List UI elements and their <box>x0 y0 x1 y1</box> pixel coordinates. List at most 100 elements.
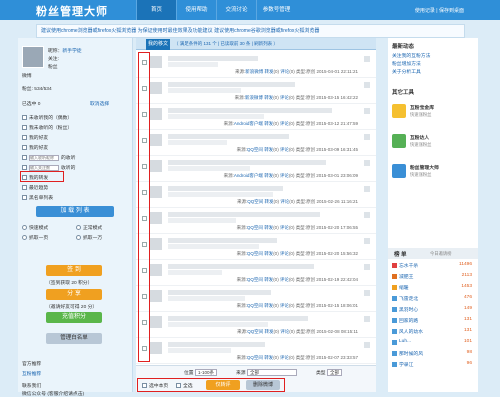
option-recent-trend[interactable]: 最近趋势 <box>22 184 48 191</box>
option-nickname-filter[interactable]: 的收听 <box>22 154 75 161</box>
radio[interactable] <box>22 235 27 240</box>
checkbox[interactable] <box>22 155 27 160</box>
row-comment-link[interactable]: 评论 <box>280 329 289 334</box>
nickname-filter-input[interactable] <box>29 154 59 161</box>
row-forward-link[interactable]: 转发 <box>264 251 273 256</box>
row-forward-link[interactable]: 转发 <box>264 147 273 152</box>
row-platform[interactable]: 新浪微博 <box>245 95 263 100</box>
rank-row[interactable]: 减肥王 2113 <box>390 273 476 282</box>
checkbox[interactable] <box>22 165 27 170</box>
rank-row[interactable]: 缩暖 1453 <box>390 284 476 293</box>
row-comment-link[interactable]: 评论 <box>280 121 289 126</box>
whitelist-button[interactable]: 管理白名单 <box>46 333 102 344</box>
radio-normal-mode[interactable]: 正常模式 <box>76 224 102 231</box>
app-logo[interactable]: 粉丝管理大师 <box>36 3 108 19</box>
row-forward-link[interactable]: 转发 <box>264 355 273 360</box>
count-filter-input[interactable] <box>29 164 59 171</box>
rank-row[interactable]: 飞雷走北 476 <box>390 295 476 304</box>
radio[interactable] <box>76 225 81 230</box>
nav-help[interactable]: 使用帮助 <box>176 0 216 20</box>
nav-account[interactable]: 参数号管理 <box>256 0 296 20</box>
row-comment-link[interactable]: 评论 <box>280 355 289 360</box>
row-platform[interactable]: QQ空间 <box>247 303 263 308</box>
tab-ranking[interactable]: 榜 单 <box>394 250 407 258</box>
news-item[interactable]: 关于分析工具 <box>392 68 421 75</box>
table-row[interactable]: 来源:QQ空间 转发(0) 评论(0) 类型:原创 2015-02-20 15:… <box>136 234 376 260</box>
position-select[interactable]: 1-100条 <box>194 369 217 376</box>
row-forward-link[interactable]: 转发 <box>264 95 273 100</box>
option-blacklist[interactable]: 黑名单列表 <box>22 194 53 201</box>
row-forward-link[interactable]: 转发 <box>264 303 273 308</box>
radio[interactable] <box>22 225 27 230</box>
top-links[interactable]: 使用记录 | 保存到桌面 <box>415 7 464 14</box>
grid-icon[interactable] <box>392 134 406 148</box>
news-item[interactable]: 关注我的互粉方法 <box>392 52 430 59</box>
recharge-button[interactable]: 充值积分 <box>46 312 102 323</box>
rank-row[interactable]: 忘水千杀 11496 <box>390 262 476 271</box>
row-comment-link[interactable]: 评论 <box>280 199 289 204</box>
table-row[interactable]: 来源:新浪微博 转发(0) 评论(0) 类型:原创 2015-03-15 16:… <box>136 78 376 104</box>
table-row[interactable]: 来源:QQ空间 转发(0) 评论(0) 类型:原创 2015-03-09 16:… <box>136 130 376 156</box>
option-unfollowed-fans[interactable]: 我未收听的（粉丝） <box>22 124 72 131</box>
row-platform[interactable]: QQ空间 <box>247 225 263 230</box>
row-platform[interactable]: QQ空间 <box>247 329 263 334</box>
gold-coin-icon[interactable] <box>392 104 406 118</box>
row-comment-link[interactable]: 评论 <box>280 303 289 308</box>
option-unfollowed-mutual[interactable]: 未收听我的（偶数） <box>22 114 72 121</box>
row-platform[interactable]: QQ空间 <box>247 277 263 282</box>
table-row[interactable]: 来源:Android客户端 转发(0) 评论(0) 类型:原创 2015-03-… <box>136 104 376 130</box>
row-platform[interactable]: Android客户端 <box>234 121 263 126</box>
type-select[interactable]: 全部 <box>326 369 342 376</box>
table-row[interactable]: 来源:QQ空间 转发(0) 评论(0) 类型:原创 2015-02-07 23:… <box>136 338 376 364</box>
load-list-button[interactable]: 加 载 列 表 <box>36 206 114 217</box>
row-forward-link[interactable]: 转发 <box>264 121 273 126</box>
table-row[interactable]: 来源:QQ空间 转发(0) 评论(0) 类型:原创 2015-02-20 17:… <box>136 208 376 234</box>
people-icon[interactable] <box>392 164 406 178</box>
tab-invite-ranking[interactable]: 今日邀请榜 <box>430 251 451 257</box>
tool-name[interactable]: 互粉达人 <box>410 134 429 141</box>
rank-row[interactable]: 风人的幼水 131 <box>390 328 476 337</box>
radio-fast-mode[interactable]: 快速模式 <box>22 224 48 231</box>
row-comment-link[interactable]: 评论 <box>280 69 289 74</box>
row-comment-link[interactable]: 评论 <box>280 95 289 100</box>
table-row[interactable]: 来源:新浪微博 转发(0) 评论(0) 类型:原创 2015-04-01 22:… <box>136 52 376 78</box>
row-comment-link[interactable]: 评论 <box>280 225 289 230</box>
checkbox[interactable] <box>22 115 27 120</box>
option-my-friends[interactable]: 我的好友 <box>22 134 48 141</box>
row-forward-link[interactable]: 转发 <box>265 329 274 334</box>
row-forward-link[interactable]: 转发 <box>265 69 274 74</box>
table-row[interactable]: 来源:QQ空间 转发(0) 评论(0) 类型:原创 2015-02-08 08:… <box>136 312 376 338</box>
nav-home[interactable]: 首页 <box>136 0 176 20</box>
option-my-friends-2[interactable]: 我的好友 <box>22 144 48 151</box>
radio[interactable] <box>76 235 81 240</box>
row-platform[interactable]: Android客户端 <box>234 173 263 178</box>
checkbox[interactable] <box>22 145 27 150</box>
news-item[interactable]: 粉丝增加方法 <box>392 60 421 67</box>
browser-notice[interactable]: 建议使用chrome浏览器或firefox火狐浏览器 为保证使用时最佳效果及功能… <box>36 24 465 38</box>
nav-discuss[interactable]: 交流讨论 <box>216 0 256 20</box>
radio-fetch-all[interactable]: 抓取一万 <box>76 234 102 241</box>
source-select[interactable]: 全部 <box>246 369 297 376</box>
row-forward-link[interactable]: 转发 <box>264 225 273 230</box>
tab-info[interactable]: （ 满足条件的 131 个 | 已读取前 30 条 | 刷新列表 ） <box>174 41 278 47</box>
row-comment-link[interactable]: 评论 <box>280 173 289 178</box>
row-platform[interactable]: QQ空间 <box>247 355 263 360</box>
option-count-filter[interactable]: 收听的 <box>22 164 75 171</box>
table-row[interactable]: 来源:QQ空间 转发(0) 评论(0) 类型:原创 2015-02-26 11:… <box>136 182 376 208</box>
radio-fetch-page[interactable]: 抓取一页 <box>22 234 48 241</box>
rank-row[interactable]: 学录江 96 <box>390 361 476 370</box>
row-forward-link[interactable]: 转发 <box>264 173 273 178</box>
avatar[interactable] <box>22 46 44 68</box>
table-row[interactable]: 来源:QQ空间 转发(0) 评论(0) 类型:原创 2015-02-19 22:… <box>136 260 376 286</box>
table-row[interactable]: 来源:QQ空间 转发(0) 评论(0) 类型:原创 2015-02-15 18:… <box>136 286 376 312</box>
checkbox[interactable] <box>22 185 27 190</box>
row-forward-link[interactable]: 转发 <box>264 277 273 282</box>
table-row[interactable]: 来源:Android客户端 转发(0) 评论(0) 类型:原创 2015-03-… <box>136 156 376 182</box>
cancel-selection-link[interactable]: 取消选择 <box>90 100 109 107</box>
row-comment-link[interactable]: 评论 <box>280 251 289 256</box>
tool-name[interactable]: 粉丝管理大师 <box>410 164 439 171</box>
tab-my-posts[interactable]: 我的移文 <box>146 39 170 50</box>
share-button[interactable]: 分 享 <box>46 289 102 300</box>
rank-row[interactable]: 那时候的风 98 <box>390 350 476 359</box>
row-platform[interactable]: 新浪微博 <box>245 69 263 74</box>
